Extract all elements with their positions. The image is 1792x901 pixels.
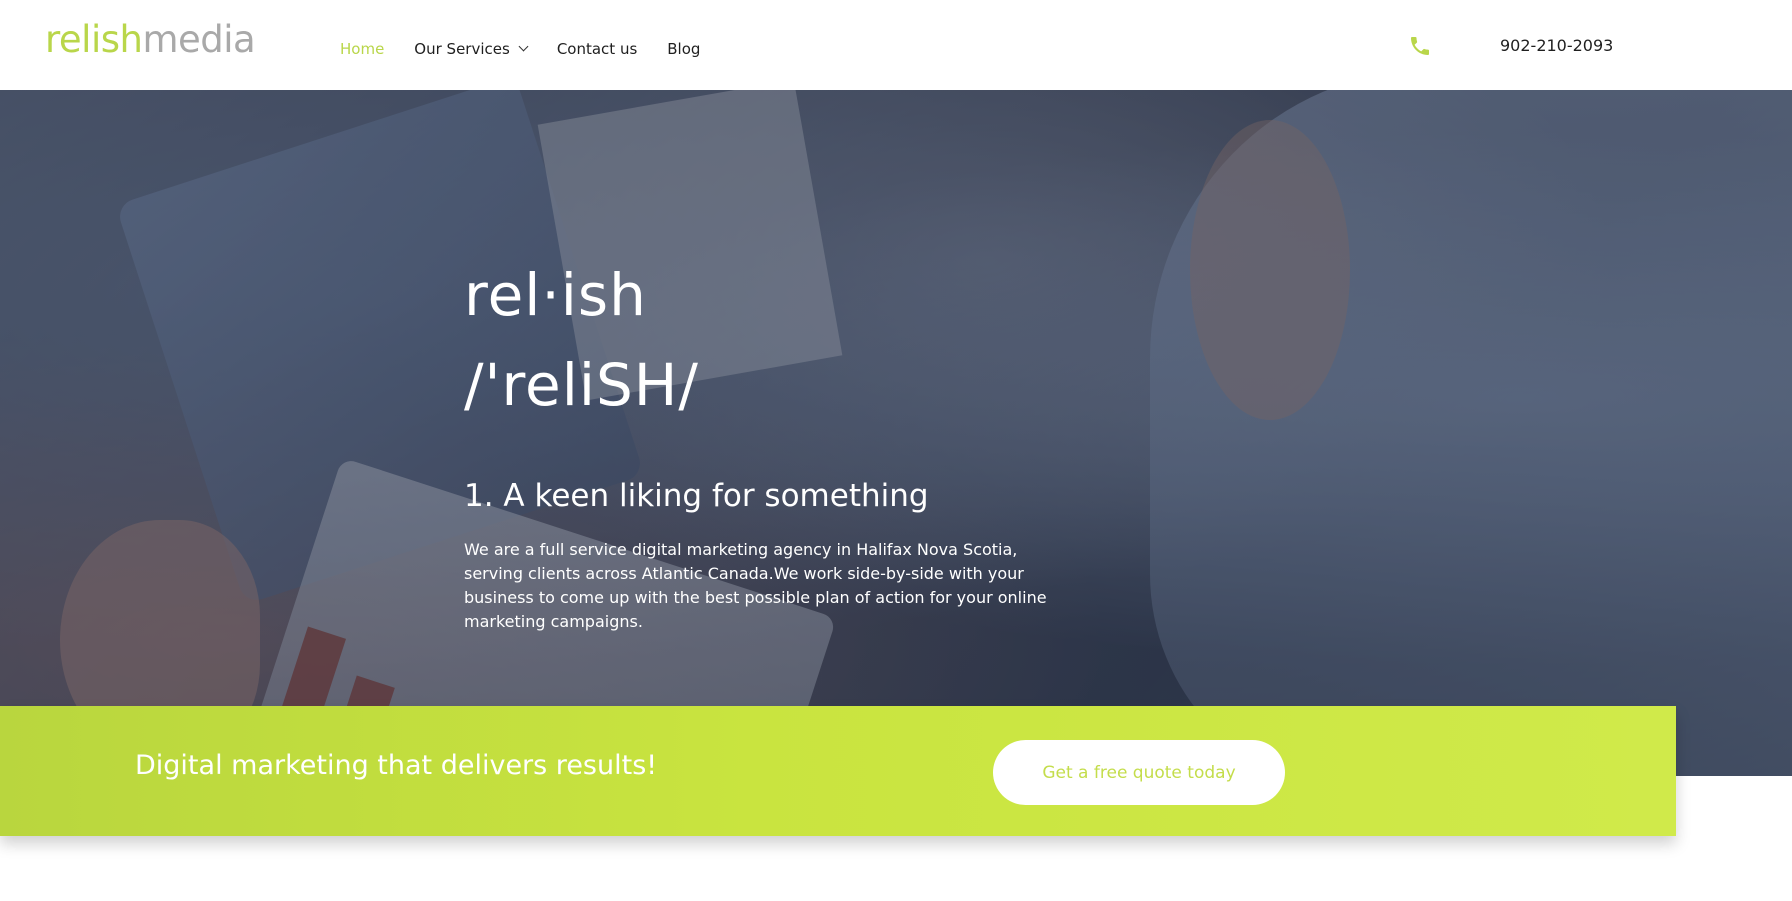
- hero-definition: 1. A keen liking for something: [464, 478, 929, 514]
- nav-contact-us[interactable]: Contact us: [557, 40, 637, 58]
- phone-number[interactable]: 902-210-2093: [1500, 36, 1613, 55]
- nav-our-services[interactable]: Our Services: [414, 40, 529, 58]
- banner-title: Digital marketing that delivers results!: [135, 750, 658, 781]
- hero-section: rel·ish /'reliSH/ 1. A keen liking for s…: [0, 90, 1792, 776]
- phone-icon[interactable]: [1408, 34, 1432, 58]
- nav-blog[interactable]: Blog: [667, 40, 700, 58]
- logo-relish: relish: [45, 18, 143, 61]
- chevron-down-icon: [518, 41, 529, 52]
- main-nav: Home Our Services Contact us Blog: [340, 40, 730, 58]
- hero-description: We are a full service digital marketing …: [464, 540, 1047, 631]
- nav-our-services-label: Our Services: [414, 40, 510, 58]
- site-header: relishmedia Home Our Services Contact us…: [0, 0, 1792, 90]
- hero-pronunciation: /'reliSH/: [464, 351, 699, 419]
- nav-home[interactable]: Home: [340, 40, 384, 58]
- cta-banner: Digital marketing that delivers results!…: [0, 706, 1676, 836]
- get-quote-button[interactable]: Get a free quote today: [993, 740, 1285, 805]
- nav-blog-label: Blog: [667, 40, 701, 58]
- logo-media: media: [142, 18, 256, 61]
- site-logo[interactable]: relishmedia: [45, 18, 256, 61]
- nav-contact-us-label: Contact us: [556, 40, 638, 58]
- nav-home-label: Home: [340, 40, 385, 58]
- hero-content: rel·ish /'reliSH/ 1. A keen liking for s…: [464, 250, 1084, 634]
- hero-word: rel·ish: [464, 261, 647, 329]
